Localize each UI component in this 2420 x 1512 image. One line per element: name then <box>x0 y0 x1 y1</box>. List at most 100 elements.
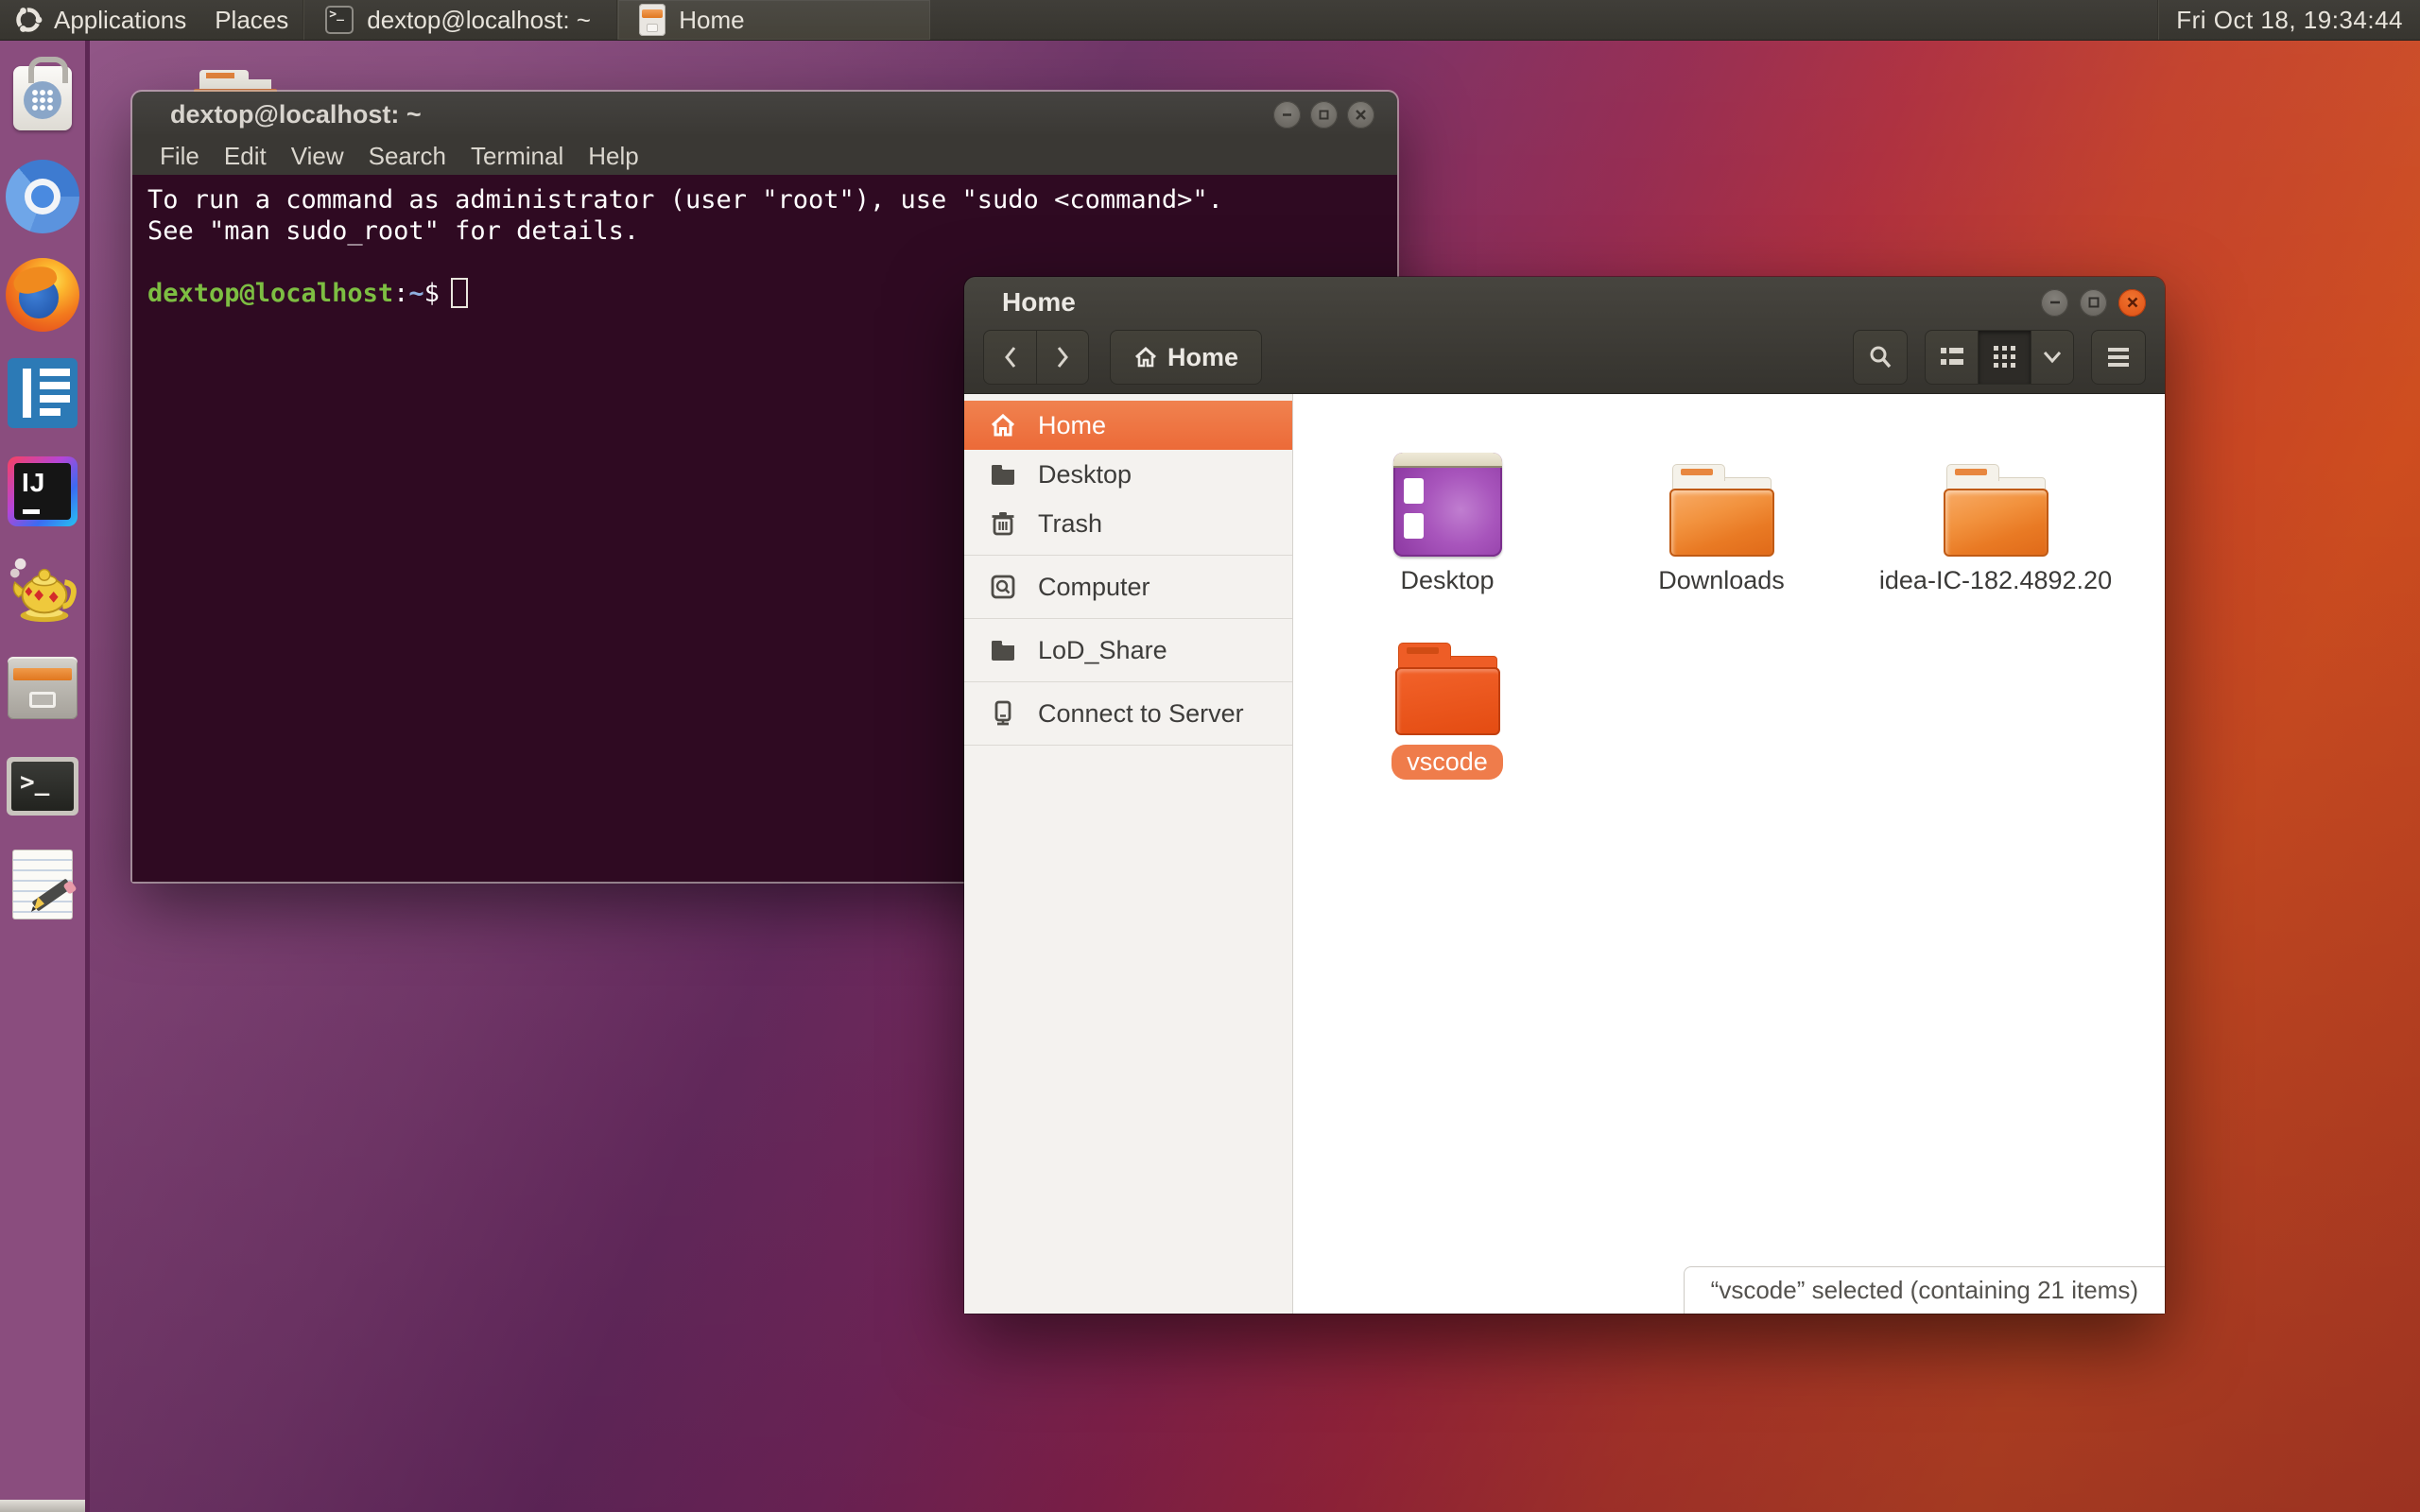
sidebar-label: LoD_Share <box>1038 636 1167 665</box>
sidebar-label: Home <box>1038 411 1106 440</box>
prompt-symbol: $ <box>424 279 440 308</box>
terminal-icon <box>325 6 354 34</box>
menu-terminal[interactable]: Terminal <box>458 142 576 171</box>
task-label: Home <box>679 6 744 35</box>
file-label: Downloads <box>1658 566 1785 595</box>
desktop: Applications Places dextop@localhost: ~ … <box>0 0 2420 1512</box>
document-viewer-icon <box>8 358 78 428</box>
taskbar-item-terminal[interactable]: dextop@localhost: ~ <box>304 0 616 40</box>
window-title: Home <box>1002 287 2041 318</box>
sidebar-item-connect-to-server[interactable]: Connect to Server <box>964 689 1292 738</box>
status-bar: “vscode” selected (containing 21 items) <box>1684 1266 2165 1314</box>
menu-edit[interactable]: Edit <box>212 142 279 171</box>
terminal-titlebar[interactable]: dextop@localhost: ~ <box>132 92 1397 137</box>
search-icon <box>1867 344 1893 370</box>
dock-file-cabinet[interactable] <box>6 651 79 725</box>
path-button-home[interactable]: Home <box>1110 330 1262 385</box>
places-label: Places <box>215 6 288 35</box>
files-headerbar[interactable]: Home <box>964 277 2165 394</box>
folder-icon <box>1942 464 2050 557</box>
files-grid: Desktop Downloads <box>1293 394 2165 1314</box>
terminal-output-line: See "man sudo_root" for details. <box>147 215 1382 247</box>
terminal-cursor <box>451 278 468 308</box>
menu-search[interactable]: Search <box>356 142 458 171</box>
minimize-button[interactable] <box>1273 101 1301 129</box>
menu-view[interactable]: View <box>279 142 356 171</box>
dock-terminal[interactable] <box>6 749 79 823</box>
list-view-button[interactable] <box>1925 330 1978 385</box>
dock-document-viewer[interactable] <box>6 356 79 430</box>
files-content[interactable]: Desktop Downloads <box>1293 394 2165 1314</box>
ubuntu-logo-icon <box>14 6 43 34</box>
files-toolbar: Home <box>964 322 2165 385</box>
prompt-user-host: dextop@localhost <box>147 279 393 308</box>
minimize-button[interactable] <box>2041 289 2068 317</box>
top-panel: Applications Places dextop@localhost: ~ … <box>0 0 2420 41</box>
desktop-folder-icon <box>1393 453 1502 557</box>
dock-chromium[interactable] <box>6 160 79 233</box>
intellij-idea-icon <box>8 456 78 526</box>
dock-text-editor[interactable] <box>6 848 79 921</box>
folder-icon <box>989 460 1017 489</box>
menu-file[interactable]: File <box>147 142 212 171</box>
sidebar-label: Connect to Server <box>1038 699 1244 729</box>
path-label: Home <box>1167 343 1238 372</box>
search-button[interactable] <box>1853 330 1908 385</box>
sidebar-label: Computer <box>1038 573 1150 602</box>
menu-help[interactable]: Help <box>576 142 650 171</box>
clock[interactable]: Fri Oct 18, 19:34:44 <box>2159 0 2420 40</box>
places-menu[interactable]: Places <box>200 0 302 40</box>
folder-body <box>199 79 271 89</box>
launcher-dock <box>0 41 90 1512</box>
file-item-vscode[interactable]: vscode <box>1310 620 1584 780</box>
view-options-button[interactable] <box>2031 330 2074 385</box>
file-item-idea[interactable]: idea-IC-182.4892.20 <box>1858 441 2133 595</box>
forward-button[interactable] <box>1036 330 1089 385</box>
sidebar-item-trash[interactable]: Trash <box>964 499 1292 548</box>
close-button[interactable] <box>2118 289 2146 317</box>
maximize-button[interactable] <box>2080 289 2107 317</box>
grid-view-button[interactable] <box>1978 330 2031 385</box>
folder-icon-selected <box>1393 643 1502 735</box>
firefox-icon <box>6 258 79 332</box>
partial-window-edge <box>0 1500 85 1512</box>
chevron-left-icon <box>1002 345 1019 369</box>
files-window: Home <box>964 277 2165 1314</box>
file-label: idea-IC-182.4892.20 <box>1879 566 2112 595</box>
file-item-downloads[interactable]: Downloads <box>1584 441 1858 595</box>
file-item-desktop[interactable]: Desktop <box>1310 441 1584 595</box>
sidebar-item-desktop[interactable]: Desktop <box>964 450 1292 499</box>
sidebar-item-home[interactable]: Home <box>964 401 1292 450</box>
text-editor-icon <box>12 850 73 919</box>
terminal-output-line: To run a command as administrator (user … <box>147 184 1382 215</box>
menu-button[interactable] <box>2091 330 2146 385</box>
sidebar-item-lod-share[interactable]: LoD_Share <box>964 626 1292 675</box>
sidebar-label: Trash <box>1038 509 1102 539</box>
chevron-right-icon <box>1054 345 1071 369</box>
home-icon <box>989 411 1017 439</box>
terminal-menubar: File Edit View Search Terminal Help <box>132 137 1397 175</box>
file-label-selected: vscode <box>1392 745 1503 780</box>
dock-firefox[interactable] <box>6 258 79 332</box>
folder-icon <box>1668 464 1776 557</box>
file-manager-icon <box>639 4 666 36</box>
applications-label: Applications <box>54 6 186 35</box>
sidebar-item-computer[interactable]: Computer <box>964 562 1292 611</box>
list-view-icon <box>1939 345 1965 369</box>
dock-intellij-idea[interactable] <box>6 455 79 528</box>
maximize-button[interactable] <box>1310 101 1338 129</box>
grid-view-icon <box>1992 344 2018 370</box>
task-label: dextop@localhost: ~ <box>367 6 591 35</box>
close-button[interactable] <box>1347 101 1374 129</box>
terminal-title: dextop@localhost: ~ <box>170 100 1273 129</box>
back-button[interactable] <box>983 330 1036 385</box>
dock-genie-lamp[interactable] <box>6 553 79 627</box>
server-icon <box>989 699 1017 728</box>
dock-ubuntu-software[interactable] <box>6 61 79 135</box>
prompt-colon: : <box>393 279 408 308</box>
taskbar-item-files[interactable]: Home <box>618 0 930 40</box>
applications-menu[interactable]: Applications <box>0 0 200 40</box>
chevron-down-icon <box>2042 351 2063 364</box>
home-icon <box>1133 345 1158 369</box>
terminal-app-icon <box>7 757 78 816</box>
